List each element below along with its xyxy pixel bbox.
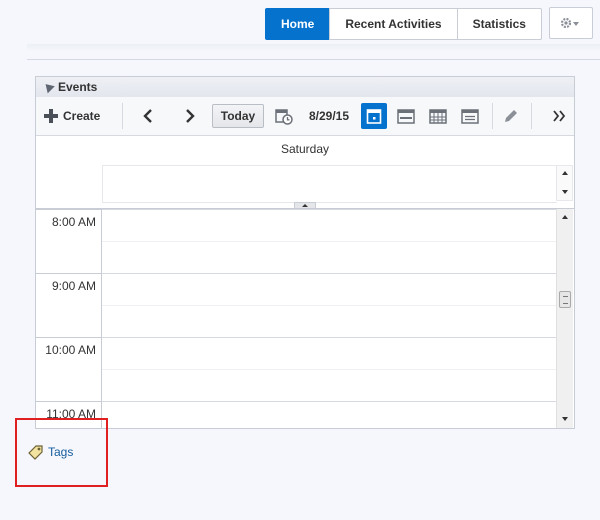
day-view-icon [361,103,387,129]
list-view-icon [461,109,479,124]
day-view-button[interactable] [360,97,388,135]
previous-button[interactable] [136,97,160,135]
overflow-button[interactable] [548,97,570,135]
hour-row: 10:00 AM [36,337,556,401]
main-nav: Home Recent Activities Statistics [265,8,542,40]
hour-label: 10:00 AM [36,337,102,401]
hour-label: 9:00 AM [36,273,102,337]
time-grid-scrollbar[interactable] [556,209,573,428]
week-view-icon [397,109,415,124]
next-button[interactable] [178,97,202,135]
scroll-up-icon[interactable] [562,215,568,219]
tab-recent-activities[interactable]: Recent Activities [329,8,458,40]
chevron-right-icon [186,109,195,123]
calendar-toolbar: Create Today 8/29/15 [36,97,574,136]
gear-icon [560,17,579,29]
hour-row: 11:00 AM [36,401,556,428]
events-panel-title: Events [58,80,98,94]
chevron-left-icon [143,109,152,123]
tab-statistics[interactable]: Statistics [456,8,542,40]
date-picker-button[interactable] [272,97,296,135]
plus-icon [44,109,58,123]
all-day-scrollbar[interactable] [556,165,573,201]
toolbar-separator [531,103,532,129]
scroll-down-icon[interactable] [562,190,568,194]
hour-row: 8:00 AM [36,209,556,273]
hour-row: 9:00 AM [36,273,556,337]
toolbar-separator [122,103,123,129]
month-view-icon [429,109,447,124]
create-button[interactable]: Create [44,97,118,135]
create-label: Create [63,109,101,123]
month-view-button[interactable] [424,97,452,135]
list-view-button[interactable] [456,97,484,135]
time-slot[interactable] [102,273,556,337]
calendar-clock-icon [275,109,293,125]
scroll-thumb[interactable] [559,291,571,308]
toolbar-separator [492,103,493,129]
overflow-icon [553,110,566,122]
edit-button[interactable] [500,97,522,135]
time-slot[interactable] [102,337,556,401]
time-slot[interactable] [102,209,556,273]
all-day-area[interactable] [102,165,557,203]
collapse-triangle-icon[interactable] [42,80,55,94]
week-view-button[interactable] [392,97,420,135]
edit-pencil-icon [505,110,517,122]
events-panel: Events Create Today 8/29/15 Saturday 8:0… [35,76,575,429]
highlight-box [15,418,108,487]
day-header: Saturday [280,142,330,156]
scroll-up-icon[interactable] [562,171,568,175]
today-button[interactable]: Today [212,104,264,128]
events-panel-header[interactable]: Events [36,77,574,98]
current-date: 8/29/15 [308,109,350,123]
tab-home[interactable]: Home [265,8,331,40]
time-slot[interactable] [102,401,556,428]
settings-menu-button[interactable] [549,7,593,39]
hour-label: 8:00 AM [36,209,102,273]
scroll-down-icon[interactable] [562,417,568,421]
time-grid: 8:00 AM 9:00 AM 10:00 AM 11:00 AM [36,209,556,428]
